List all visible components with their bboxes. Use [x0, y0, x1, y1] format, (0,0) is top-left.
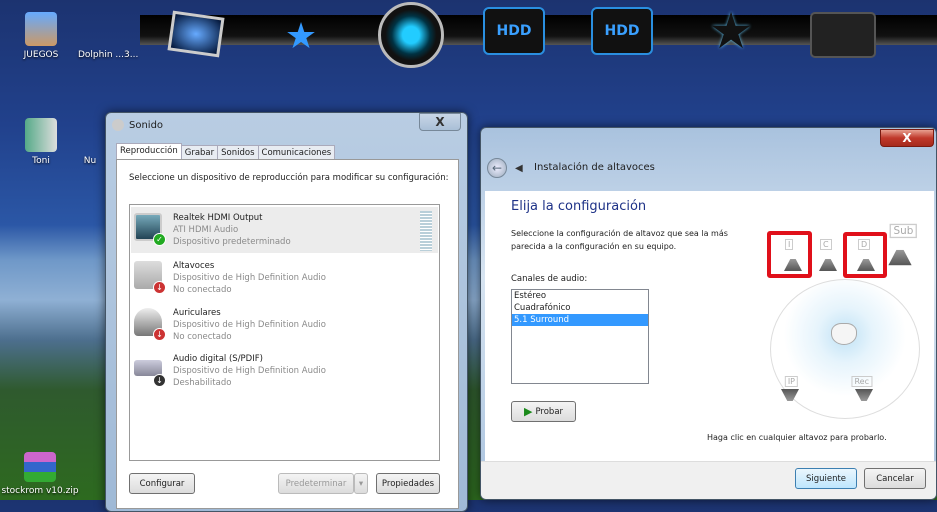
icon-label: stockrom v10.zip — [1, 486, 79, 496]
winrar-icon — [24, 452, 56, 482]
desktop-icon-dolphin[interactable]: Dolphin ...3... — [78, 12, 148, 60]
desktop-icon-nu[interactable]: Nu — [75, 156, 105, 166]
default-check-icon: ✓ — [153, 233, 166, 246]
puzzle-icon — [25, 12, 57, 46]
speaker-label: IP — [784, 376, 798, 387]
wizard-content: Elija la configuración Seleccione la con… — [485, 191, 934, 461]
configure-button[interactable]: Configurar — [129, 473, 195, 494]
description: Seleccione la configuración de altavoz q… — [511, 229, 728, 238]
speaker-sub[interactable]: Sub — [886, 223, 918, 266]
device-status: No conectado — [173, 285, 232, 295]
window-title: Sonido — [129, 119, 164, 131]
title-bar: Sonido — [106, 113, 467, 137]
speaker-setup-dialog: ← ◀ Instalación de altavoces X Elija la … — [480, 127, 937, 500]
desktop-icon-juegos[interactable]: JUEGOS — [6, 12, 76, 60]
device-status: Deshabilitado — [173, 378, 232, 388]
channel-option[interactable]: Estéreo — [512, 290, 648, 302]
device-driver: Dispositivo de High Definition Audio — [173, 273, 326, 283]
properties-button[interactable]: Propiedades — [376, 473, 440, 494]
star-icon[interactable]: ★ — [700, 2, 762, 60]
red-annotation-right — [843, 232, 887, 278]
device-name: Audio digital (S/PDIF) — [173, 354, 263, 364]
set-default-dropdown[interactable]: ▾ — [354, 473, 368, 494]
device-name: Auriculares — [173, 308, 221, 318]
device-driver: ATI HDMI Audio — [173, 225, 239, 235]
close-button[interactable]: X — [880, 129, 934, 147]
device-name: Realtek HDMI Output — [173, 213, 263, 223]
volume-meter — [420, 211, 432, 251]
set-default-button[interactable]: Predeterminar — [278, 473, 354, 494]
device-name: Altavoces — [173, 261, 215, 271]
speaker-icon: ◀ — [515, 163, 523, 174]
window-title: Instalación de altavoces — [534, 162, 655, 173]
folder-icon — [25, 118, 57, 152]
icon-label: Nu — [83, 156, 97, 166]
monitor-icon[interactable] — [165, 8, 227, 60]
device-item[interactable]: ↓ Auriculares Dispositivo de High Defini… — [131, 302, 438, 348]
playback-panel: Seleccione un dispositivo de reproducció… — [116, 159, 459, 509]
channel-option[interactable]: Cuadrafónico — [512, 302, 648, 314]
device-driver: Dispositivo de High Definition Audio — [173, 366, 326, 376]
speaker-label: Rec — [851, 376, 872, 387]
next-button[interactable]: Siguiente — [795, 468, 857, 489]
red-annotation-left — [767, 231, 812, 278]
icon-label: Dolphin ...3... — [78, 50, 139, 60]
test-label: Probar — [535, 406, 564, 417]
orb-icon[interactable] — [378, 2, 444, 68]
device-item[interactable]: ↓ Audio digital (S/PDIF) Dispositivo de … — [131, 348, 438, 394]
drive-star-icon[interactable]: ★ — [270, 10, 332, 62]
speaker-center[interactable]: C — [817, 239, 839, 271]
channel-option-selected[interactable]: 5.1 Surround — [512, 314, 648, 326]
icon-label: Toni — [32, 156, 50, 166]
mixer-icon[interactable] — [810, 12, 876, 58]
hdd-icon[interactable]: HDD — [591, 5, 653, 57]
device-status: No conectado — [173, 332, 232, 342]
close-button[interactable]: X — [419, 113, 461, 131]
hdd-label: HDD — [483, 7, 545, 55]
speaker-icon — [112, 119, 124, 131]
description: Seleccione un dispositivo de reproducció… — [129, 173, 449, 183]
device-driver: Dispositivo de High Definition Audio — [173, 320, 326, 330]
hdd-label: HDD — [591, 7, 653, 55]
channels-listbox[interactable]: Estéreo Cuadrafónico 5.1 Surround — [511, 289, 649, 384]
test-button[interactable]: ▶ Probar — [511, 401, 576, 422]
device-status: Dispositivo predeterminado — [173, 237, 291, 247]
speaker-rear-right[interactable]: Rec — [851, 376, 875, 405]
disconnected-icon: ↓ — [153, 328, 166, 341]
back-button[interactable]: ← — [487, 158, 507, 178]
desktop-icon-toni[interactable]: Toni — [6, 118, 76, 166]
disabled-icon: ↓ — [153, 374, 166, 387]
heading: Elija la configuración — [511, 199, 647, 214]
device-list[interactable]: ✓ Realtek HDMI Output ATI HDMI Audio Dis… — [129, 204, 440, 461]
hint-text: Haga clic en cualquier altavoz para prob… — [707, 433, 887, 442]
sound-dialog: Sonido X Reproducción Grabar Sonidos Com… — [105, 112, 468, 512]
title-bar: ← ◀ Instalación de altavoces X — [481, 128, 936, 190]
desktop-icon-stockrom[interactable]: stockrom v10.zip — [0, 452, 80, 496]
tab-reproduccion[interactable]: Reproducción — [116, 143, 182, 160]
play-icon: ▶ — [523, 405, 533, 418]
speaker-label: C — [820, 239, 832, 250]
wizard-footer: Siguiente Cancelar — [481, 461, 936, 499]
speaker-label: Sub — [889, 223, 918, 239]
description: parecida a la configuración en su equipo… — [511, 242, 677, 251]
disconnected-icon: ↓ — [153, 281, 166, 294]
device-item[interactable]: ✓ Realtek HDMI Output ATI HDMI Audio Dis… — [131, 207, 438, 253]
listener-icon — [831, 323, 857, 345]
icon-label: JUEGOS — [23, 50, 59, 60]
cancel-button[interactable]: Cancelar — [864, 468, 926, 489]
speaker-rear-left[interactable]: IP — [779, 376, 801, 405]
hdd-icon[interactable]: HDD — [483, 5, 545, 57]
channels-label: Canales de audio: — [511, 274, 588, 284]
device-item[interactable]: ↓ Altavoces Dispositivo de High Definiti… — [131, 255, 438, 301]
